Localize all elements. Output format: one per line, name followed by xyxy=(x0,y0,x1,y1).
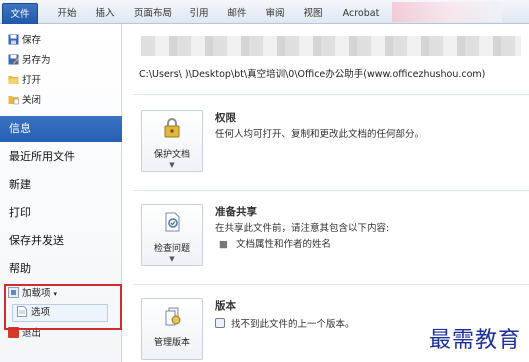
nav-open[interactable]: 打开 xyxy=(8,72,41,90)
nav-info[interactable]: 信息 xyxy=(0,116,131,142)
tab-review[interactable]: 审阅 xyxy=(260,3,290,24)
version-history-icon xyxy=(215,318,225,328)
save-icon xyxy=(8,34,19,45)
ribbon-tab-bar: 文件 开始 插入 页面布局 引用 邮件 审阅 视图 Acrobat xyxy=(0,0,529,24)
nav-help[interactable]: 帮助 xyxy=(0,256,122,282)
nav-save-as[interactable]: 另存为 xyxy=(8,52,51,70)
prepare-share-bullet-text: 文档属性和作者的姓名 xyxy=(235,239,331,250)
check-issues-button[interactable]: 检查问题 ▼ xyxy=(141,204,203,266)
highlight-box xyxy=(4,284,122,330)
versions-desc-text: 找不到此文件的上一个版本。 xyxy=(231,319,355,330)
nav-save[interactable]: 保存 xyxy=(8,32,41,50)
open-folder-icon xyxy=(8,76,19,84)
chevron-down-icon: ▼ xyxy=(169,161,175,169)
nav-save-send-label: 保存并发送 xyxy=(9,234,64,247)
nav-new[interactable]: 新建 xyxy=(0,172,122,198)
nav-close-label: 关闭 xyxy=(22,95,42,106)
nav-info-label: 信息 xyxy=(9,122,31,135)
nav-save-label: 保存 xyxy=(22,35,42,46)
nav-help-label: 帮助 xyxy=(9,262,31,275)
permissions-desc: 任何人均可打开、复制和更改此文档的任何部分。 xyxy=(215,129,425,140)
nav-recent[interactable]: 最近所用文件 xyxy=(0,144,122,170)
file-path: C:\Users\ )\Desktop\bt\真空培训\0\Office办公助手… xyxy=(139,69,486,80)
blurred-title xyxy=(141,36,521,56)
tab-page-layout[interactable]: 页面布局 xyxy=(128,3,178,24)
manage-versions-label: 管理版本 xyxy=(153,338,190,348)
bullet-marker: ■ xyxy=(219,239,228,250)
nav-open-label: 打开 xyxy=(22,75,42,86)
prepare-share-title: 准备共享 xyxy=(215,206,257,218)
protect-document-label: 保护文档 xyxy=(153,150,190,160)
nav-new-label: 新建 xyxy=(9,178,31,191)
nav-print-label: 打印 xyxy=(9,206,31,219)
tab-home[interactable]: 开始 xyxy=(52,3,82,24)
prepare-share-bullet: ■ 文档属性和作者的姓名 xyxy=(219,236,331,250)
section-divider xyxy=(133,284,529,285)
tab-file[interactable]: 文件 xyxy=(2,3,38,24)
tab-references[interactable]: 引用 xyxy=(184,3,214,24)
close-folder-icon xyxy=(8,96,19,105)
tab-insert[interactable]: 插入 xyxy=(90,3,120,24)
section-divider xyxy=(133,190,529,191)
blurred-region xyxy=(392,2,502,22)
chevron-down-icon: ▼ xyxy=(169,255,175,263)
manage-versions-button[interactable]: 管理版本 xyxy=(141,298,203,360)
nav-print[interactable]: 打印 xyxy=(0,200,122,226)
lock-key-icon xyxy=(142,117,202,145)
nav-recent-label: 最近所用文件 xyxy=(9,150,75,163)
watermark-text: 最需教育 xyxy=(428,328,521,353)
nav-save-send[interactable]: 保存并发送 xyxy=(0,228,122,254)
tab-mailings[interactable]: 邮件 xyxy=(222,3,252,24)
nav-close[interactable]: 关闭 xyxy=(8,92,41,110)
info-panel: C:\Users\ )\Desktop\bt\真空培训\0\Office办公助手… xyxy=(123,24,529,362)
versions-desc: 找不到此文件的上一个版本。 xyxy=(215,316,355,330)
permissions-title: 权限 xyxy=(215,112,236,124)
versions-title: 版本 xyxy=(215,300,236,312)
versions-icon xyxy=(142,305,202,333)
check-document-icon xyxy=(142,211,202,239)
prepare-share-desc: 在共享此文件前，请注意其包含以下内容: xyxy=(215,223,390,234)
protect-document-button[interactable]: 保护文档 ▼ xyxy=(141,110,203,172)
check-issues-label: 检查问题 xyxy=(153,244,190,254)
nav-save-as-label: 另存为 xyxy=(22,55,51,66)
tab-view[interactable]: 视图 xyxy=(298,3,328,24)
save-as-icon xyxy=(8,54,19,65)
tab-acrobat[interactable]: Acrobat xyxy=(336,3,386,24)
section-divider xyxy=(133,94,529,95)
